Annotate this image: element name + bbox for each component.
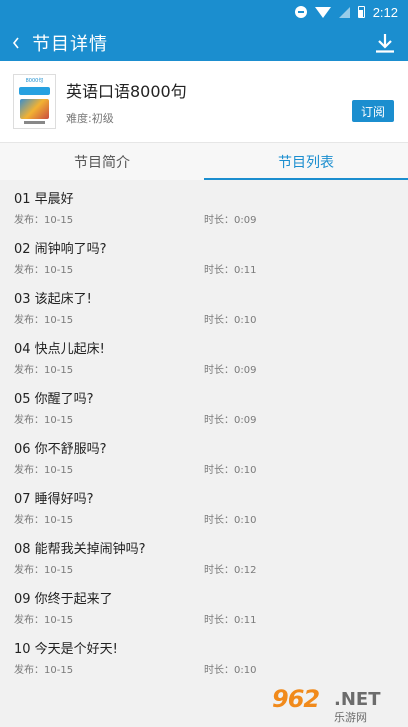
episode-title: 02 闹钟响了吗? <box>14 242 107 257</box>
watermark-number: 962 <box>272 685 320 713</box>
episode-row[interactable]: 01 早晨好发布：10-15 时长：0:09 <box>0 180 408 230</box>
episode-duration: 时长：0:10 <box>204 465 257 476</box>
episode-published: 发布：10-15 <box>14 265 74 276</box>
cover-illustration <box>20 99 49 119</box>
episode-duration: 时长：0:11 <box>204 615 257 626</box>
episode-title: 06 你不舒服吗? <box>14 442 107 457</box>
page-title: 节目详情 <box>32 33 108 55</box>
program-cover-image: 8000句 <box>13 74 56 129</box>
episode-row[interactable]: 03 该起床了! 发布：10-15 时长：0:10 <box>0 280 408 330</box>
program-level: 难度:初级 <box>66 111 114 125</box>
program-info: 英语口语8000句 难度:初级 <box>66 78 187 126</box>
episode-duration: 时长：0:10 <box>204 515 257 526</box>
episode-row[interactable]: 09 你终于起来了发布：10-15 时长：0:11 <box>0 580 408 630</box>
episode-row[interactable]: 08 能帮我关掉闹钟吗? 发布：10-15 时长：0:12 <box>0 530 408 580</box>
episode-published: 发布：10-15 <box>14 365 74 376</box>
episode-row[interactable]: 04 快点儿起床! 发布：10-15 时长：0:09 <box>0 330 408 380</box>
episode-duration: 时长：0:11 <box>204 265 257 276</box>
watermark-sub: 乐游网 <box>334 711 367 724</box>
tab-episode-list[interactable]: 节目列表 <box>204 143 408 180</box>
episode-row[interactable]: 02 闹钟响了吗? 发布：10-15 时长：0:11 <box>0 230 408 280</box>
cover-band <box>19 87 50 95</box>
episode-published: 发布：10-15 <box>14 215 74 226</box>
watermark-logo: 962 .NET 乐游网 <box>272 685 402 725</box>
episode-duration: 时长：0:09 <box>204 215 257 226</box>
watermark-domain: .NET <box>334 689 381 710</box>
program-header: 8000句 英语口语8000句 难度:初级 订阅 <box>0 61 408 142</box>
cover-text: 8000句 <box>25 78 44 84</box>
episode-title: 04 快点儿起床! <box>14 342 105 357</box>
tab-intro[interactable]: 节目简介 <box>0 143 204 180</box>
episode-row[interactable]: 10 今天是个好天! 发布：10-15 时长：0:10 <box>0 630 408 680</box>
subscribe-button[interactable]: 订阅 <box>352 100 394 122</box>
wifi-icon <box>314 6 331 18</box>
episode-title: 03 该起床了! <box>14 292 92 307</box>
episode-duration: 时长：0:10 <box>204 665 257 676</box>
cover-base <box>24 121 45 124</box>
episode-published: 发布：10-15 <box>14 515 74 526</box>
episode-published: 发布：10-15 <box>14 615 74 626</box>
episode-row[interactable]: 07 睡得好吗? 发布：10-15 时长：0:10 <box>0 480 408 530</box>
battery-icon <box>357 6 365 18</box>
episode-duration: 时长：0:12 <box>204 565 257 576</box>
download-button[interactable] <box>374 32 396 54</box>
do-not-disturb-icon <box>294 6 307 18</box>
tab-bar: 节目简介 节目列表 <box>0 142 408 180</box>
episode-title: 08 能帮我关掉闹钟吗? <box>14 542 146 557</box>
episode-published: 发布：10-15 <box>14 665 74 676</box>
episode-row[interactable]: 06 你不舒服吗? 发布：10-15 时长：0:10 <box>0 430 408 480</box>
chevron-left-icon <box>12 37 19 48</box>
episode-title: 10 今天是个好天! <box>14 642 118 657</box>
episode-list: 01 早晨好发布：10-15 时长：0:09 02 闹钟响了吗? 发布：10-15 时长… <box>0 180 408 680</box>
episode-published: 发布：10-15 <box>14 315 74 326</box>
program-title: 英语口语8000句 <box>66 81 187 101</box>
status-bar: 2:12 <box>0 0 408 24</box>
episode-row[interactable]: 05 你醒了吗? 发布：10-15 时长：0:09 <box>0 380 408 430</box>
episode-title: 07 睡得好吗? <box>14 492 94 507</box>
download-icon <box>376 34 394 53</box>
status-time: 2:12 <box>372 4 398 20</box>
episode-published: 发布：10-15 <box>14 415 74 426</box>
episode-title: 01 早晨好 <box>14 192 74 207</box>
episode-duration: 时长：0:09 <box>204 365 257 376</box>
episode-duration: 时长：0:10 <box>204 315 257 326</box>
episode-published: 发布：10-15 <box>14 565 74 576</box>
app-bar: 节目详情 <box>0 24 408 61</box>
episode-duration: 时长：0:09 <box>204 415 257 426</box>
signal-icon <box>338 6 350 18</box>
episode-title: 09 你终于起来了 <box>14 592 113 607</box>
episode-published: 发布：10-15 <box>14 465 74 476</box>
back-button[interactable] <box>2 24 30 61</box>
episode-title: 05 你醒了吗? <box>14 392 94 407</box>
